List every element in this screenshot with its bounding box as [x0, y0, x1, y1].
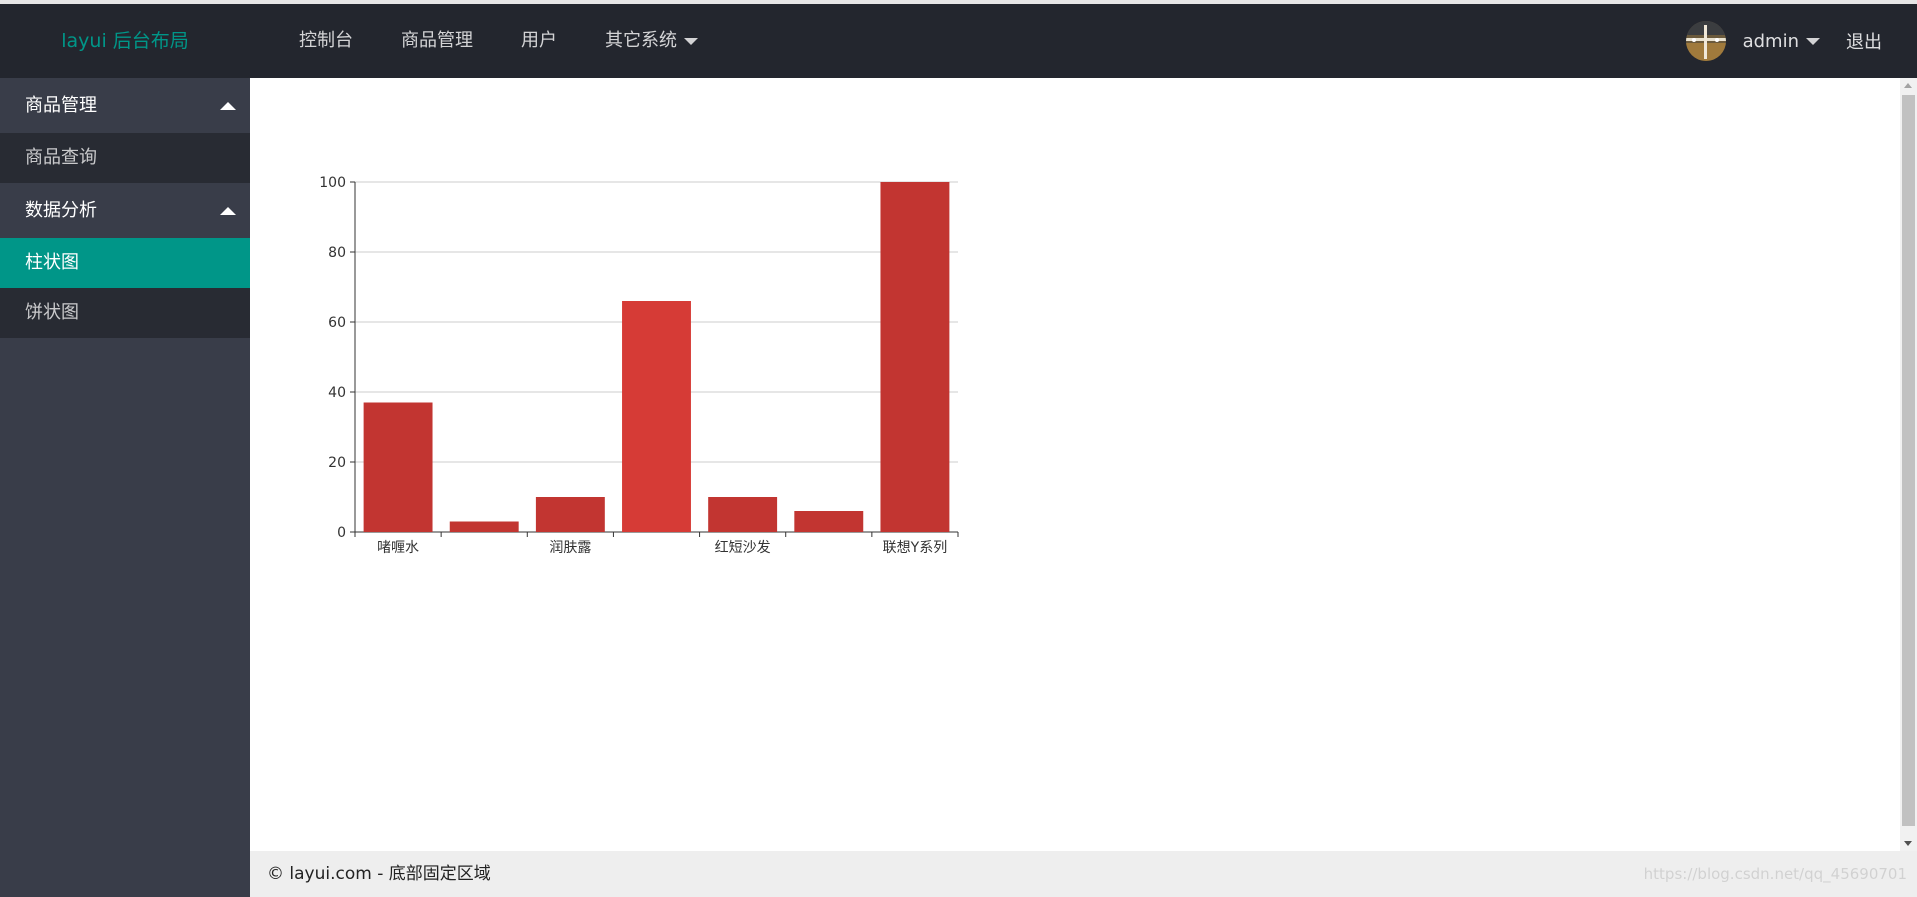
logout-link[interactable]: 退出	[1846, 28, 1882, 54]
bar[interactable]	[708, 497, 778, 532]
chevron-down-icon	[1806, 38, 1820, 45]
bar[interactable]	[535, 497, 605, 532]
scroll-up-arrow-icon[interactable]	[1904, 83, 1912, 88]
sidebar-item-pie-chart[interactable]: 饼状图	[0, 288, 250, 338]
sidebar-item-label: 饼状图	[25, 302, 79, 323]
scroll-down-arrow-icon[interactable]	[1904, 841, 1912, 846]
user-area: admin 退出	[1685, 4, 1917, 78]
bar[interactable]	[622, 301, 691, 532]
nav-item-other-systems[interactable]: 其它系统	[581, 4, 722, 78]
nav-item-users[interactable]: 用户	[497, 4, 581, 78]
user-menu[interactable]: admin	[1743, 31, 1820, 52]
y-tick-label: 80	[328, 245, 346, 261]
bar[interactable]	[794, 511, 864, 532]
nav-item-goods[interactable]: 商品管理	[377, 4, 497, 78]
bar[interactable]	[880, 182, 950, 532]
sidebar: 商品管理 商品查询 数据分析 柱状图 饼状图	[0, 78, 250, 897]
nav-item-console[interactable]: 控制台	[275, 4, 377, 78]
bar-chart: 0 20 40 60 80 100 啫喱水 润肤露 红短沙发 联想Y系列	[319, 175, 959, 556]
sidebar-item-label: 商品查询	[25, 147, 97, 168]
sidebar-item-bar-chart[interactable]: 柱状图	[0, 238, 250, 288]
watermark: https://blog.csdn.net/qq_45690701	[1643, 865, 1907, 883]
nav-item-label: 控制台	[299, 30, 353, 51]
x-tick-label: 润肤露	[549, 540, 591, 556]
scrollbar-thumb[interactable]	[1902, 95, 1915, 826]
sidebar-item-goods-query[interactable]: 商品查询	[0, 133, 250, 183]
top-header: layui 后台布局 控制台 商品管理 用户 其它系统 admin 退出	[0, 4, 1917, 78]
x-tick-label: 啫喱水	[377, 540, 419, 556]
chevron-up-icon	[220, 207, 236, 215]
sidebar-item-label: 柱状图	[25, 252, 79, 273]
nav-item-label: 商品管理	[401, 30, 473, 51]
x-tick-label: 红短沙发	[715, 540, 771, 556]
y-tick-label: 100	[319, 175, 346, 191]
top-nav: 控制台 商品管理 用户 其它系统	[275, 4, 722, 78]
footer: © layui.com - 底部固定区域 https://blog.csdn.n…	[250, 851, 1917, 897]
x-tick-label: 联想Y系列	[883, 540, 948, 556]
content-area: 0 20 40 60 80 100 啫喱水 润肤露 红短沙发 联想Y系列	[250, 78, 1917, 851]
sidebar-group-goods[interactable]: 商品管理	[0, 78, 250, 133]
nav-item-label: 用户	[521, 30, 557, 51]
bar[interactable]	[363, 402, 433, 533]
avatar[interactable]	[1685, 21, 1726, 61]
vertical-scrollbar[interactable]	[1900, 78, 1917, 851]
y-tick-label: 60	[328, 315, 346, 331]
bar[interactable]	[449, 521, 519, 533]
footer-text: © layui.com - 底部固定区域	[267, 864, 491, 884]
y-tick-label: 40	[328, 385, 346, 401]
sidebar-group-data-analysis[interactable]: 数据分析	[0, 183, 250, 238]
chevron-up-icon	[220, 102, 236, 110]
y-tick-label: 20	[328, 455, 346, 471]
chevron-down-icon	[684, 37, 698, 45]
y-tick-label: 0	[337, 525, 346, 541]
app-logo[interactable]: layui 后台布局	[0, 4, 250, 78]
sidebar-group-label: 商品管理	[25, 95, 97, 116]
user-name: admin	[1742, 30, 1799, 52]
nav-item-label: 其它系统	[605, 30, 677, 51]
sidebar-group-label: 数据分析	[25, 200, 97, 221]
